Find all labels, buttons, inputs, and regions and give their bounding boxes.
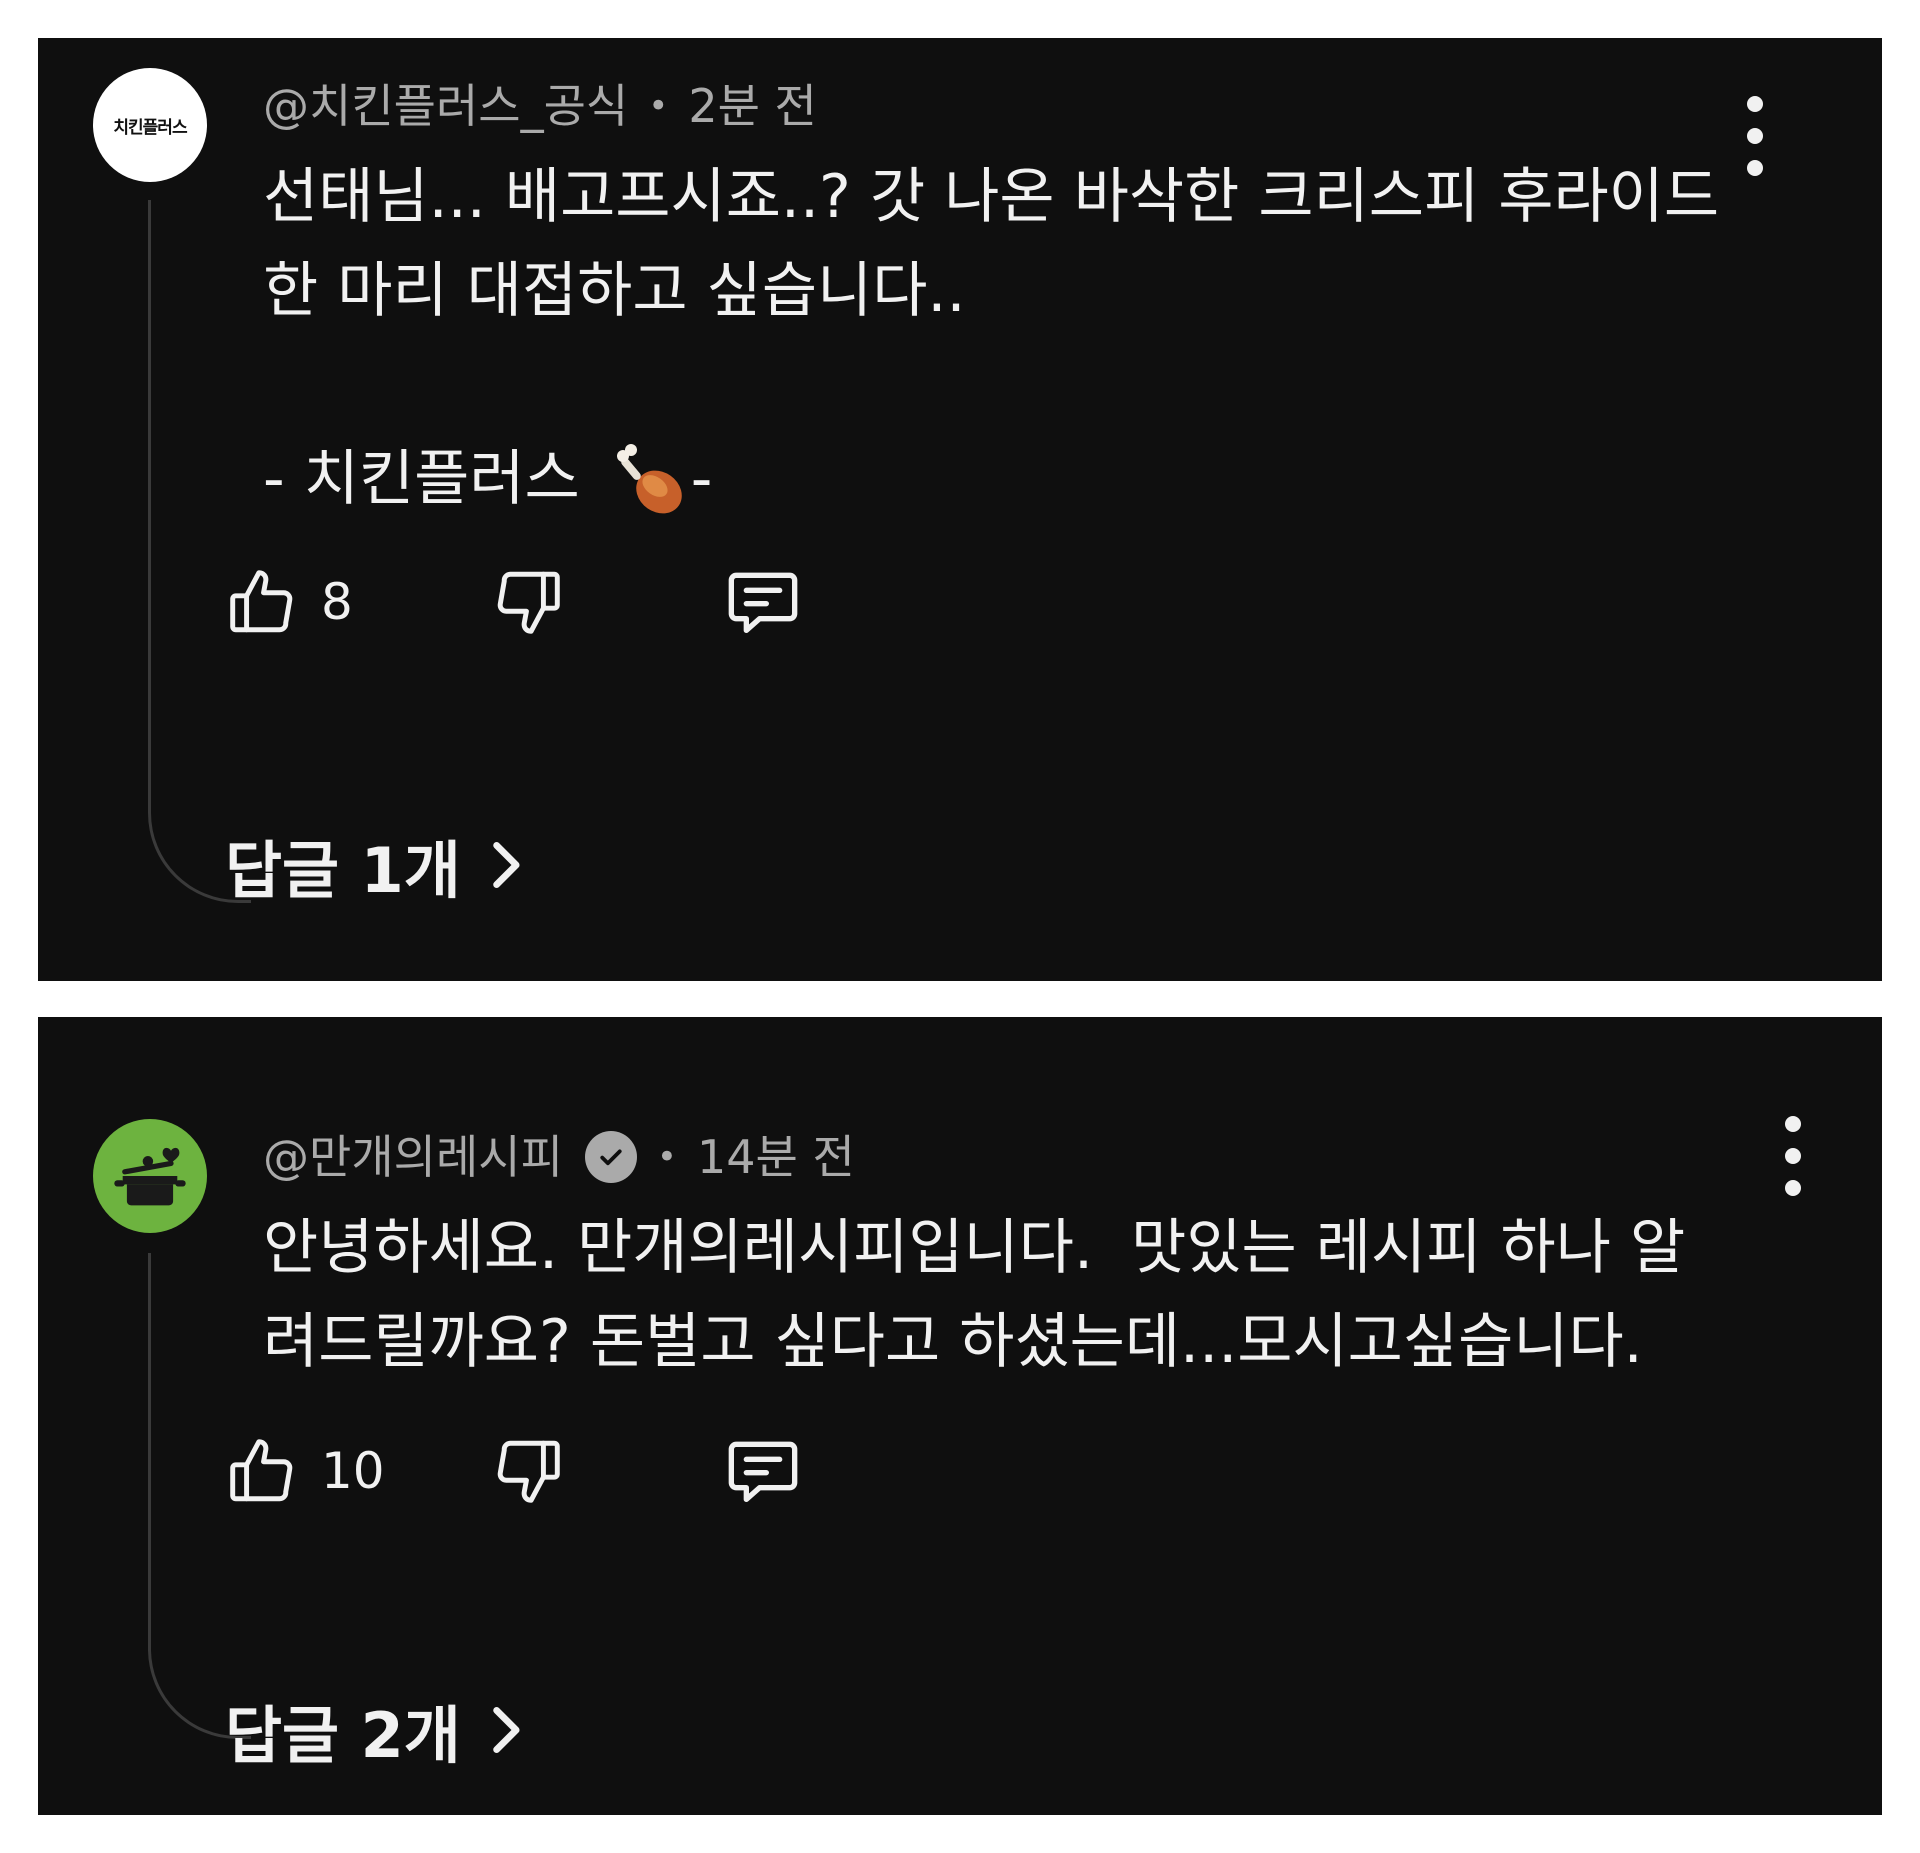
comment-timestamp[interactable]: 14분 전 (697, 1129, 855, 1185)
meta-separator-dot: • (656, 1137, 677, 1177)
comment-text-suffix: - (690, 444, 713, 514)
comment-text: 안녕하세요. 만개의레시피입니다. 맛있는 레시피 하나 알 려드릴까요? 돈벌… (263, 1213, 1686, 1377)
thumbs-up-icon (230, 1439, 293, 1502)
replies-count-label: 답글 2개 (225, 1699, 461, 1772)
meta-separator-dot: • (648, 86, 669, 126)
more-options-icon[interactable] (1740, 96, 1770, 176)
comment-bubble-icon (728, 1441, 798, 1502)
comment-body: @만개의레시피 • 14분 전 안녕하세요. 만개의레시피입니다. 맛있는 레시… (263, 1129, 1792, 1389)
reply-button[interactable] (723, 562, 803, 642)
comment-meta: @만개의레시피 • 14분 전 (263, 1129, 1792, 1185)
like-button[interactable]: 8 (225, 565, 391, 639)
comment-actions: 10 (225, 1431, 803, 1511)
verified-badge-icon (584, 1131, 637, 1183)
avatar-logo-text: 치킨플러스 (113, 117, 187, 138)
more-options-icon[interactable] (1778, 1116, 1808, 1196)
thread-connector (148, 200, 251, 903)
like-button[interactable]: 10 (225, 1434, 391, 1508)
comment-author-handle[interactable]: @만개의레시피 (263, 1129, 563, 1185)
chevron-right-icon (487, 1702, 523, 1758)
thumbs-up-icon (230, 570, 293, 633)
like-count: 8 (321, 573, 353, 631)
poultry-leg-emoji (616, 444, 682, 514)
comment-actions: 8 (225, 562, 803, 642)
avatar[interactable]: 치킨플러스 (93, 68, 207, 182)
comment-bubble-icon (728, 572, 798, 633)
reply-button[interactable] (723, 1431, 803, 1511)
chevron-right-icon (487, 837, 523, 893)
dislike-button[interactable] (491, 1434, 565, 1508)
thumbs-down-icon (497, 1440, 560, 1503)
thumbs-down-icon (497, 571, 560, 634)
like-count: 10 (321, 1442, 385, 1500)
replies-count-label: 답글 1개 (225, 834, 461, 907)
view-replies-button[interactable]: 답글 2개 (225, 1685, 523, 1775)
comment-text: 선태님... 배고프시죠..? 갓 나온 바삭한 크리스피 후라이드 한 마리 … (263, 150, 1792, 526)
comment-text-main: 선태님... 배고프시죠..? 갓 나온 바삭한 크리스피 후라이드 한 마리 … (263, 162, 1720, 514)
comment-meta: @치킨플러스_공식 • 2분 전 (263, 78, 1792, 134)
cooking-pot-icon (114, 1147, 186, 1206)
comment-timestamp[interactable]: 2분 전 (688, 78, 817, 134)
comment-body: @치킨플러스_공식 • 2분 전 선태님... 배고프시죠..? 갓 나온 바삭… (263, 78, 1792, 526)
comment-author-handle[interactable]: @치킨플러스_공식 (263, 78, 628, 134)
view-replies-button[interactable]: 답글 1개 (225, 820, 523, 910)
avatar[interactable] (93, 1119, 207, 1233)
dislike-button[interactable] (491, 565, 565, 639)
